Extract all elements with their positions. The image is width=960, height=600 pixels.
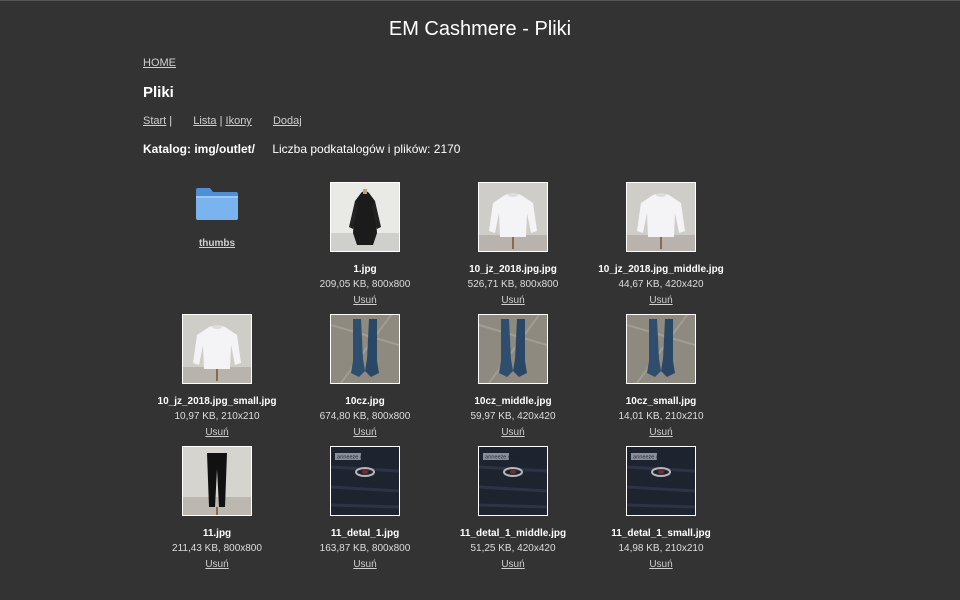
svg-text:anneeze görtz: anneeze görtz [485,455,521,461]
thumbnail-image [627,183,695,251]
file-name: 11.jpg [202,528,232,539]
list-view-link[interactable]: Lista [193,115,216,127]
file-thumbnail[interactable] [330,182,400,252]
file-info: 51,25 KB, 420x420 [470,543,556,554]
file-name: 10cz_middle.jpg [474,396,552,407]
start-link[interactable]: Start [143,115,166,127]
page: EM Cashmere - Pliki HOME Pliki Start | L… [0,0,960,600]
delete-file-link[interactable]: Usuń [649,295,672,306]
file-info: 59,97 KB, 420x420 [470,411,556,422]
delete-file-link[interactable]: Usuń [205,427,228,438]
thumbnail-image [331,183,399,251]
breadcrumb: HOME [143,57,176,69]
file-item: 10_jz_2018.jpg_small.jpg 10,97 KB, 210x21… [143,314,291,440]
file-item: 10cz.jpg 674,80 KB, 800x800 Usuń [291,314,439,440]
file-info: 211,43 KB, 800x800 [172,543,262,554]
file-info: 526,71 KB, 800x800 [467,279,559,290]
add-link[interactable]: Dodaj [273,115,302,127]
file-name: 11_detal_1_middle.jpg [459,528,567,539]
thumbnail-image: anneeze görtz [627,447,695,515]
file-thumbnail[interactable] [478,182,548,252]
delete-file-link[interactable]: Usuń [501,427,524,438]
file-item: 10_jz_2018.jpg_middle.jpg 44,67 KB, 420x4… [587,182,735,308]
file-name: 10cz_small.jpg [625,396,697,407]
delete-file-link[interactable]: Usuń [501,295,524,306]
delete-file-link[interactable]: Usuń [353,427,376,438]
file-info: 10,97 KB, 210x210 [174,411,260,422]
file-info: 163,87 KB, 800x800 [319,543,411,554]
toolbar: Start | Lista | Ikony Dodaj [143,115,302,127]
file-item: 10cz_middle.jpg 59,97 KB, 420x420 Usuń [439,314,587,440]
folder-link-thumbs[interactable]: thumbs [199,238,235,249]
catalog-line: Katalog: img/outlet/ Liczba podkatalogów… [143,142,460,156]
thumbnail-image: anneeze görtz [331,447,399,515]
delete-file-link[interactable]: Usuń [501,559,524,570]
file-thumbnail[interactable] [330,314,400,384]
delete-file-link[interactable]: Usuń [353,295,376,306]
thumbnail-image: anneeze görtz [479,447,547,515]
thumbnail-image [331,315,399,383]
delete-file-link[interactable]: Usuń [649,559,672,570]
breadcrumb-home-link[interactable]: HOME [143,57,176,69]
file-thumbnail[interactable]: anneeze görtz [626,446,696,516]
file-thumbnail[interactable]: anneeze görtz [478,446,548,516]
toolbar-separator: | [169,115,173,127]
file-name: 10_jz_2018.jpg_middle.jpg [598,264,724,275]
file-thumbnail[interactable] [182,446,252,516]
file-thumbnail[interactable] [478,314,548,384]
delete-file-link[interactable]: Usuń [649,427,672,438]
file-thumbnail[interactable] [182,314,252,384]
thumbnail-image [479,315,547,383]
thumbnail-image [183,447,251,515]
file-name: 11_detal_1.jpg [330,528,400,539]
folder-item[interactable]: thumbs [143,182,291,251]
file-item: anneeze görtz 11_detal_1_middle.jpg 51,25 … [439,446,587,572]
thumbnail-image [183,315,251,383]
thumbnail-image [627,315,695,383]
file-item: 10cz_small.jpg 14,01 KB, 210x210 Usuń [587,314,735,440]
file-thumbnail[interactable] [626,182,696,252]
file-info: 674,80 KB, 800x800 [319,411,411,422]
file-item: 10_jz_2018.jpg.jpg 526,71 KB, 800x800 Usuń [439,182,587,308]
file-item: 11.jpg 211,43 KB, 800x800 Usuń [143,446,291,572]
file-item: 1.jpg 209,05 KB, 800x800 Usuń [291,182,439,308]
file-name: 10cz.jpg [345,396,385,407]
toolbar-separator: | [219,115,223,127]
icons-view-link[interactable]: Ikony [226,115,252,127]
file-item: anneeze görtz 11_detal_1_small.jpg 14,98 K… [587,446,735,572]
file-info: 14,01 KB, 210x210 [618,411,704,422]
page-heading: Pliki [143,84,174,101]
svg-text:anneeze görtz: anneeze görtz [337,455,373,461]
file-info: 44,67 KB, 420x420 [618,279,704,290]
thumbnail-image [479,183,547,251]
delete-file-link[interactable]: Usuń [205,559,228,570]
svg-text:anneeze görtz: anneeze görtz [633,455,669,461]
catalog-count: Liczba podkatalogów i plików: 2170 [272,142,461,156]
file-item: anneeze görtz 11_detal_1.jpg 163,87 KB, 80… [291,446,439,572]
file-info: 14,98 KB, 210x210 [618,543,704,554]
file-thumbnail[interactable]: anneeze görtz [330,446,400,516]
file-name: 11_detal_1_small.jpg [611,528,711,539]
file-name: 1.jpg [353,264,377,275]
delete-file-link[interactable]: Usuń [353,559,376,570]
folder-icon[interactable] [194,184,240,224]
file-name: 10_jz_2018.jpg.jpg [469,264,557,275]
file-name: 10_jz_2018.jpg_small.jpg [157,396,277,407]
file-info: 209,05 KB, 800x800 [319,279,411,290]
catalog-path: Katalog: img/outlet/ [143,142,255,156]
site-title: EM Cashmere - Pliki [388,18,572,40]
file-thumbnail[interactable] [626,314,696,384]
